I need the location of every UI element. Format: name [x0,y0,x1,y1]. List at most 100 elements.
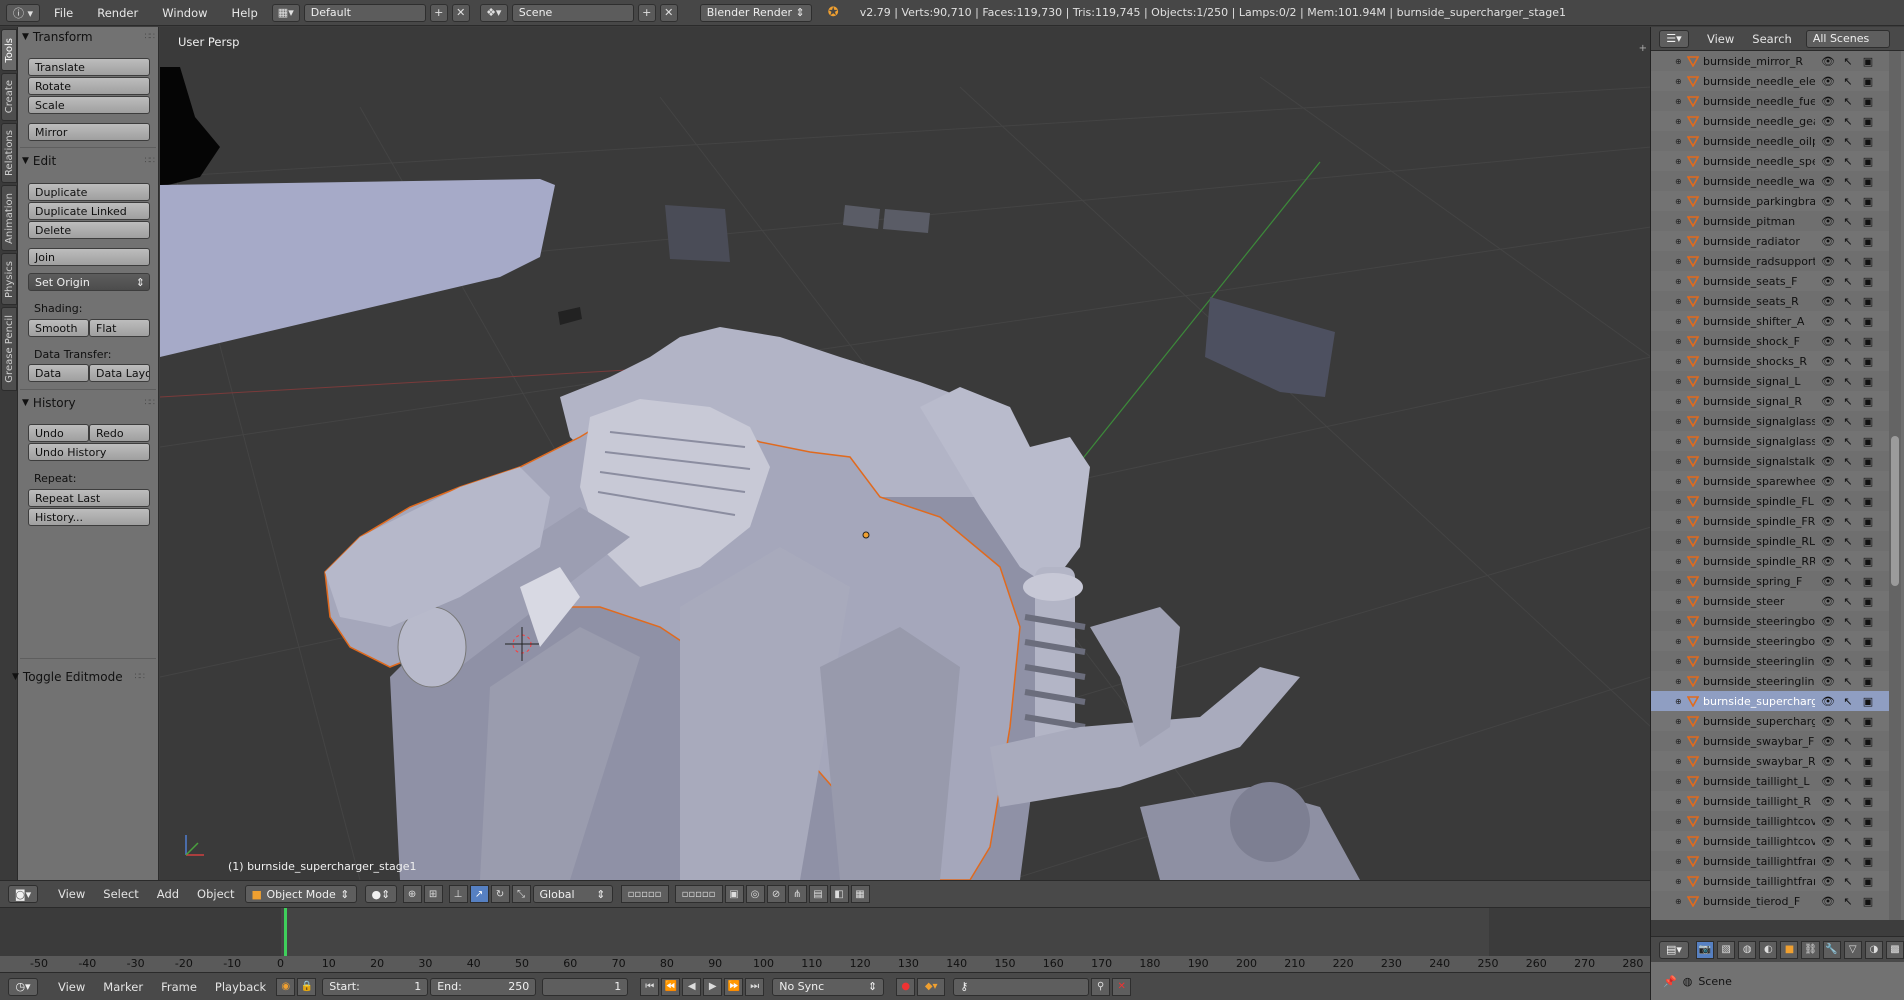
object-mode-selector[interactable]: ■ Object Mode ⇕ [244,885,357,903]
outliner-item[interactable]: ⊕ burnside_seats_F 👁 ↖ ▣ [1651,271,1889,291]
data-tab-icon[interactable]: ▽ [1843,940,1862,959]
start-frame-field[interactable]: Start: 1 [322,977,429,996]
expand-icon[interactable]: ⊕ [1675,397,1687,406]
grip-icon[interactable]: ∷∷ [145,156,156,166]
visibility-eye-icon[interactable]: 👁 [1821,194,1835,208]
render-opengl-icon[interactable]: ▤ [808,885,828,903]
selectability-cursor-icon[interactable]: ↖ [1841,634,1855,648]
renderability-camera-icon[interactable]: ▣ [1861,574,1875,588]
play-reverse-icon[interactable]: ◀ [682,977,702,996]
selectability-cursor-icon[interactable]: ↖ [1841,154,1855,168]
expand-icon[interactable]: ⊕ [1675,477,1687,486]
renderability-camera-icon[interactable]: ▣ [1861,514,1875,528]
render-engine-selector[interactable]: Blender Render ⇕ [699,3,812,22]
renderability-camera-icon[interactable]: ▣ [1861,554,1875,568]
outliner-item[interactable]: ⊕ burnside_steeringbox_ 👁 ↖ ▣ [1651,631,1889,651]
expand-icon[interactable]: ⊕ [1675,657,1687,666]
selectability-cursor-icon[interactable]: ↖ [1841,254,1855,268]
selectability-cursor-icon[interactable]: ↖ [1841,794,1855,808]
outliner-item[interactable]: ⊕ burnside_spindle_RL 👁 ↖ ▣ [1651,531,1889,551]
outliner-item[interactable]: ⊕ burnside_radiator 👁 ↖ ▣ [1651,231,1889,251]
expand-icon[interactable]: ⊕ [1675,577,1687,586]
renderability-camera-icon[interactable]: ▣ [1861,274,1875,288]
expand-icon[interactable]: ⊕ [1675,457,1687,466]
delete-keyframe-icon[interactable]: ✕ [1112,977,1132,996]
snap-toggle-icon[interactable]: ⊘ [766,885,786,903]
region-plus-icon[interactable]: + [1639,43,1647,54]
renderability-camera-icon[interactable]: ▣ [1861,114,1875,128]
selectability-cursor-icon[interactable]: ↖ [1841,874,1855,888]
transform-orientation-selector[interactable]: Global ⇕ [532,885,613,903]
current-frame-field[interactable]: 1 [542,977,629,996]
expand-icon[interactable]: ⊕ [1675,637,1687,646]
renderability-camera-icon[interactable]: ▣ [1861,894,1875,908]
grip-icon[interactable]: ∷∷ [145,398,156,408]
selectability-cursor-icon[interactable]: ↖ [1841,314,1855,328]
expand-icon[interactable]: ⊕ [1675,517,1687,526]
selectability-cursor-icon[interactable]: ↖ [1841,814,1855,828]
translate-button[interactable]: Translate [28,58,150,76]
selectability-cursor-icon[interactable]: ↖ [1841,94,1855,108]
renderability-camera-icon[interactable]: ▣ [1861,674,1875,688]
visibility-eye-icon[interactable]: 👁 [1821,534,1835,548]
expand-icon[interactable]: ⊕ [1675,217,1687,226]
visibility-eye-icon[interactable]: 👁 [1821,554,1835,568]
layer-buttons-group-2[interactable]: ▫▫▫▫▫ [674,885,723,903]
render-tab-icon[interactable]: 📷 [1695,940,1715,959]
expand-icon[interactable]: ⊕ [1675,857,1687,866]
expand-icon[interactable]: ⊕ [1675,597,1687,606]
expand-icon[interactable]: ⊕ [1675,817,1687,826]
menu-select[interactable]: Select [95,887,146,901]
visibility-eye-icon[interactable]: 👁 [1821,234,1835,248]
outliner-item[interactable]: ⊕ burnside_taillightframe 👁 ↖ ▣ [1651,871,1889,891]
renderability-camera-icon[interactable]: ▣ [1861,534,1875,548]
selectability-cursor-icon[interactable]: ↖ [1841,894,1855,908]
selectability-cursor-icon[interactable]: ↖ [1841,374,1855,388]
selectability-cursor-icon[interactable]: ↖ [1841,354,1855,368]
toggle-editmode-panel-header[interactable]: ▼ Toggle Editmode ∷∷ [12,667,146,687]
selectability-cursor-icon[interactable]: ↖ [1841,694,1855,708]
selectability-cursor-icon[interactable]: ↖ [1841,534,1855,548]
renderability-camera-icon[interactable]: ▣ [1861,194,1875,208]
expand-icon[interactable]: ⊕ [1675,837,1687,846]
undo-history-button[interactable]: Undo History [28,443,150,461]
scale-manipulator-icon[interactable]: ⤡ [511,885,531,903]
visibility-eye-icon[interactable]: 👁 [1821,214,1835,228]
manipulator-axes-icon[interactable]: ⊥ [448,885,468,903]
expand-icon[interactable]: ⊕ [1675,117,1687,126]
outliner-item[interactable]: ⊕ burnside_steeringbox 👁 ↖ ▣ [1651,611,1889,631]
outliner-item[interactable]: ⊕ burnside_taillight_L 👁 ↖ ▣ [1651,771,1889,791]
expand-icon[interactable]: ⊕ [1675,777,1687,786]
tab-create[interactable]: Create [1,73,17,121]
selectability-cursor-icon[interactable]: ↖ [1841,414,1855,428]
outliner-item[interactable]: ⊕ burnside_needle_electr 👁 ↖ ▣ [1651,71,1889,91]
visibility-eye-icon[interactable]: 👁 [1821,174,1835,188]
visibility-eye-icon[interactable]: 👁 [1821,154,1835,168]
object-tab-icon[interactable]: ■ [1780,940,1799,959]
renderability-camera-icon[interactable]: ▣ [1861,454,1875,468]
outliner-item[interactable]: ⊕ burnside_pitman 👁 ↖ ▣ [1651,211,1889,231]
expand-icon[interactable]: ⊕ [1675,137,1687,146]
outliner-item[interactable]: ⊕ burnside_shifter_A 👁 ↖ ▣ [1651,311,1889,331]
menu-add[interactable]: Add [149,887,187,901]
renderability-camera-icon[interactable]: ▣ [1861,814,1875,828]
undo-button[interactable]: Undo [28,424,89,442]
selectability-cursor-icon[interactable]: ↖ [1841,734,1855,748]
texture-tab-icon[interactable]: ▩ [1885,940,1904,959]
outliner-item[interactable]: ⊕ burnside_needle_gear 👁 ↖ ▣ [1651,111,1889,131]
selectability-cursor-icon[interactable]: ↖ [1841,234,1855,248]
expand-icon[interactable]: ⊕ [1675,77,1687,86]
renderability-camera-icon[interactable]: ▣ [1861,774,1875,788]
outliner-item[interactable]: ⊕ burnside_parkingbrake 👁 ↖ ▣ [1651,191,1889,211]
selectability-cursor-icon[interactable]: ↖ [1841,514,1855,528]
editor-type-properties-icon[interactable]: ▤▾ [1659,940,1689,959]
renderability-camera-icon[interactable]: ▣ [1861,74,1875,88]
editor-type-info-button[interactable]: ⓘ ▾ [6,3,40,22]
renderability-camera-icon[interactable]: ▣ [1861,154,1875,168]
outliner-item[interactable]: ⊕ burnside_sparewheel 👁 ↖ ▣ [1651,471,1889,491]
outliner-item[interactable]: ⊕ burnside_seats_R 👁 ↖ ▣ [1651,291,1889,311]
expand-icon[interactable]: ⊕ [1675,797,1687,806]
selectability-cursor-icon[interactable]: ↖ [1841,274,1855,288]
play-icon[interactable]: ▶ [703,977,723,996]
renderability-camera-icon[interactable]: ▣ [1861,434,1875,448]
